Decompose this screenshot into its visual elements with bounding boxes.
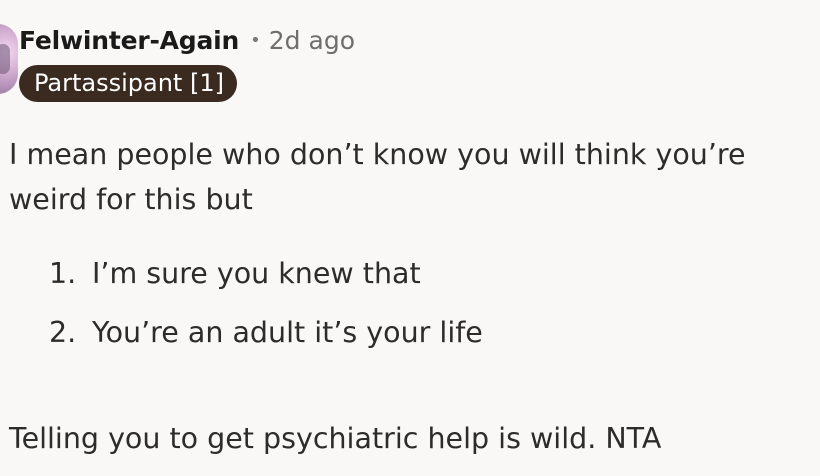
list-item-text: You’re an adult it’s your life: [92, 316, 483, 349]
list-marker: 1.: [49, 257, 77, 290]
timestamp[interactable]: 2d ago: [269, 26, 355, 55]
list-item-text: I’m sure you knew that: [92, 257, 421, 290]
list-item: 1. I’m sure you knew that: [9, 251, 814, 296]
list-item: 2. You’re an adult it’s your life: [9, 310, 814, 355]
user-flair: Partassipant [1]: [19, 65, 237, 102]
comment-header: Felwinter-Again • 2d ago: [19, 20, 355, 60]
paragraph-1: I mean people who don’t know you will th…: [9, 138, 746, 216]
list-marker: 2.: [49, 316, 77, 349]
user-avatar[interactable]: [0, 24, 18, 94]
separator-dot: •: [250, 29, 261, 51]
paragraph-2: Telling you to get psychiatric help is w…: [9, 422, 662, 455]
numbered-list: 1. I’m sure you knew that 2. You’re an a…: [9, 251, 814, 355]
comment-body: I mean people who don’t know you will th…: [9, 132, 814, 455]
author-name[interactable]: Felwinter-Again: [19, 26, 239, 55]
comment: Felwinter-Again • 2d ago Partassipant [1…: [0, 0, 820, 476]
